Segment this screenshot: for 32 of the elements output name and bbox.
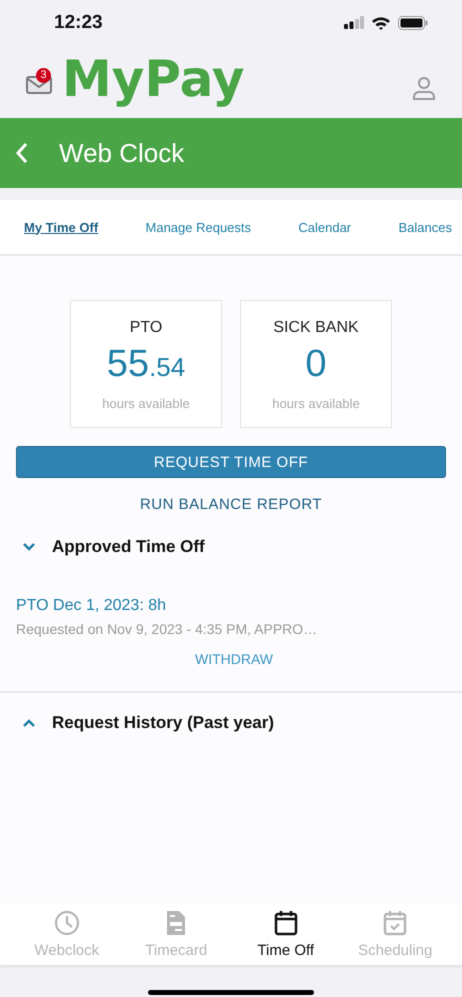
section-title[interactable]: Request History (Past year): [52, 713, 274, 733]
status-time: 12:23: [54, 12, 103, 34]
notification-badge: 3: [36, 68, 51, 82]
request-time-off-button[interactable]: REQUEST TIME OFF: [16, 446, 446, 478]
tab[interactable]: Calendar: [298, 220, 352, 234]
balance-value: 0: [305, 343, 327, 386]
request-detail: Requested on Nov 9, 2023 - 4:35 PM, APPRO…: [16, 621, 318, 637]
back-icon[interactable]: [15, 142, 29, 164]
balance-value: 55.54: [106, 343, 186, 386]
clock-icon: [54, 910, 80, 936]
signal-icon: [344, 16, 364, 29]
balance-name: PTO: [130, 319, 162, 337]
wifi-icon: [371, 16, 391, 30]
balance-name: SICK BANK: [273, 319, 359, 337]
report-link[interactable]: RUN BALANCE REPORT: [140, 496, 322, 513]
chevron-icon[interactable]: [22, 718, 36, 728]
tab[interactable]: My Time Off: [24, 220, 98, 234]
user-icon[interactable]: [412, 76, 436, 100]
tab[interactable]: Balances: [398, 220, 452, 234]
balance-unit: hours available: [102, 396, 190, 411]
tab[interactable]: Manage Requests: [146, 220, 252, 234]
nav-item[interactable]: Time Off: [236, 910, 336, 958]
calendar-icon: [274, 910, 298, 936]
balance-unit: hours available: [272, 396, 360, 411]
chevron-icon[interactable]: [22, 542, 36, 552]
withdraw-link[interactable]: WITHDRAW: [194, 651, 274, 667]
request-title[interactable]: PTO Dec 1, 2023: 8h: [16, 597, 446, 615]
calendar-check-icon: [383, 910, 408, 936]
page-title: Web Clock: [59, 138, 184, 168]
section-title[interactable]: Approved Time Off: [52, 537, 205, 557]
battery-icon: [398, 16, 428, 30]
document-icon: [165, 910, 188, 936]
